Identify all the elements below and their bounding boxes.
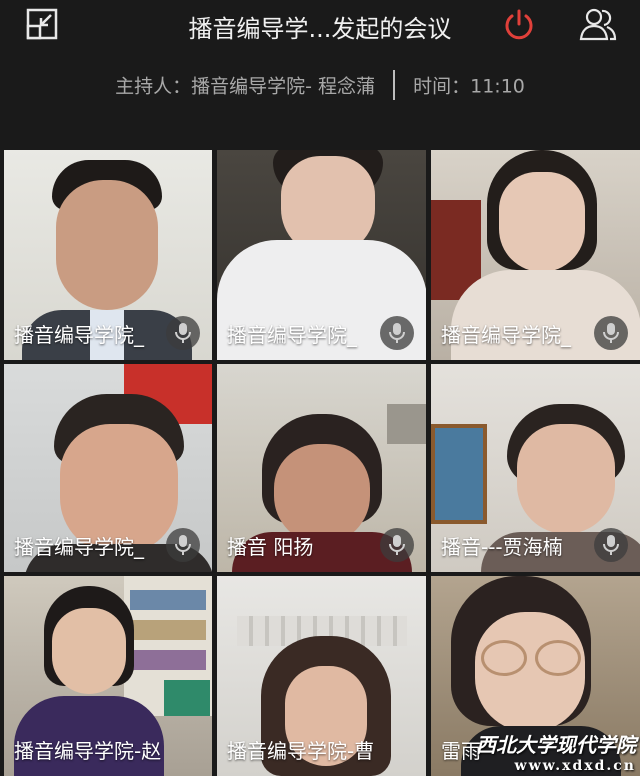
host-info: 主持人：播音编导学院- 程念蒲 <box>115 75 376 98</box>
participant-name: 播音 阳扬 <box>227 535 314 559</box>
background-painting <box>431 424 487 524</box>
participant-name: 播音编导学院-曹 <box>227 739 375 763</box>
microphone-icon[interactable] <box>166 316 200 350</box>
participant-name: 播音编导学院_ <box>14 535 144 559</box>
microphone-icon[interactable] <box>166 528 200 562</box>
participant-name: 播音---贾海楠 <box>441 535 563 559</box>
participant-tile[interactable]: 播音编导学院-赵 <box>4 576 212 776</box>
participant-tile[interactable]: 播音编导学院_ <box>4 150 212 360</box>
participant-tile[interactable]: 播音 阳扬 <box>217 364 426 572</box>
participant-name: 播音编导学院_ <box>227 323 357 347</box>
participant-tile[interactable]: 播音---贾海楠 <box>431 364 640 572</box>
minimize-window-icon[interactable] <box>26 8 58 40</box>
participant-tile[interactable]: 播音编导学院-曹 <box>217 576 426 776</box>
participants-icon[interactable] <box>578 6 618 42</box>
watermark-logo: 西北大学现代学院 www.xdxd.cn <box>476 729 636 774</box>
meeting-header: 播音编导学...发起的会议 <box>0 0 640 52</box>
microphone-icon[interactable] <box>594 528 628 562</box>
video-grid: 播音编导学院_ 播音编导学院_ 播音编导学院_ 播音编导学院_ 播音 阳扬 播音… <box>0 150 640 776</box>
participant-name: 雷雨 <box>441 739 481 763</box>
meeting-info: 主持人：播音编导学院- 程念蒲 时间：11:10 <box>0 70 640 104</box>
meeting-time: 时间：11:10 <box>413 75 525 98</box>
participant-tile[interactable]: 播音编导学院_ <box>431 150 640 360</box>
watermark-text: 西北大学现代学院 <box>476 733 636 757</box>
watermark-url: www.xdxd.cn <box>514 758 636 774</box>
participant-name: 播音编导学院_ <box>14 323 144 347</box>
divider <box>393 70 396 100</box>
background-light <box>387 404 426 444</box>
participant-tile[interactable]: 播音编导学院_ <box>217 150 426 360</box>
participant-name: 播音编导学院-赵 <box>14 739 162 763</box>
meeting-title: 播音编导学...发起的会议 <box>188 15 452 43</box>
power-leave-icon[interactable] <box>502 8 536 42</box>
participant-tile[interactable]: 播音编导学院_ <box>4 364 212 572</box>
microphone-icon[interactable] <box>380 316 414 350</box>
participant-name: 播音编导学院_ <box>441 323 571 347</box>
microphone-icon[interactable] <box>380 528 414 562</box>
microphone-icon[interactable] <box>594 316 628 350</box>
